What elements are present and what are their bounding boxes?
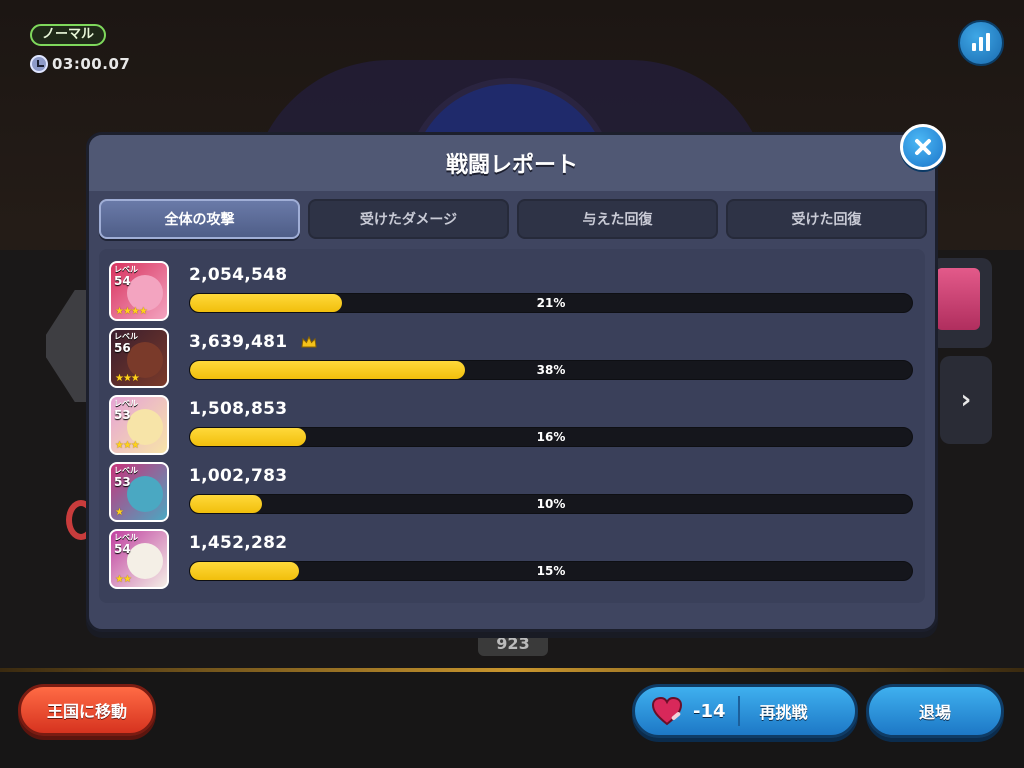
damage-percent: 15% <box>536 564 566 578</box>
score-chip: 923 <box>478 632 548 656</box>
level-prefix: レベル <box>114 533 138 542</box>
cookie-portrait[interactable]: レベル 54 ★★★★ <box>109 261 169 321</box>
battle-report-dialog: 戦闘レポート 全体の攻撃 受けたダメージ 与えた回復 受けた回復 レベル 54 ★★… <box>86 132 938 632</box>
tab-total-attack[interactable]: 全体の攻撃 <box>99 199 300 239</box>
damage-bar: 21% <box>189 293 913 313</box>
bar-chart-icon <box>972 43 976 51</box>
report-row: レベル 54 ★★★★ 2,054,548 21% <box>99 259 925 325</box>
cookie-portrait[interactable]: レベル 53 ★★★ <box>109 395 169 455</box>
difficulty-badge: ノーマル <box>30 24 106 46</box>
cookie-level: 56 <box>114 341 131 355</box>
damage-bar: 38% <box>189 360 913 380</box>
star-rating: ★★★ <box>115 440 140 451</box>
retry-cost: -14 <box>693 700 726 722</box>
cookie-level: 54 <box>114 542 131 556</box>
report-row: レベル 56 ★★★ 3,639,481 38% <box>99 326 925 392</box>
report-tabs: 全体の攻撃 受けたダメージ 与えた回復 受けた回復 <box>99 199 927 241</box>
damage-value: 1,508,853 <box>189 399 288 419</box>
cookie-face <box>127 476 163 512</box>
battle-timer: 03:00.07 <box>30 54 130 74</box>
damage-percent: 10% <box>536 497 566 511</box>
star-rating: ★★★★ <box>115 306 148 317</box>
damage-percent: 21% <box>536 296 566 310</box>
damage-value: 2,054,548 <box>189 265 288 285</box>
stats-button[interactable] <box>958 20 1004 66</box>
tab-healing-given[interactable]: 与えた回復 <box>517 199 718 239</box>
level-prefix: レベル <box>114 332 138 341</box>
chevron-right-icon: › <box>960 385 972 415</box>
go-to-kingdom-button[interactable]: 王国に移動 <box>18 684 156 736</box>
damage-value: 1,002,783 <box>189 466 288 486</box>
cookie-portrait[interactable]: レベル 53 ★ <box>109 462 169 522</box>
cookie-level: 53 <box>114 475 131 489</box>
star-rating: ★★★ <box>115 373 140 384</box>
report-list: レベル 54 ★★★★ 2,054,548 21% レベル 56 ★★★ 3,639,481 38… <box>99 249 925 603</box>
close-icon <box>915 139 931 155</box>
damage-percent: 38% <box>536 363 566 377</box>
retry-label: 再挑戦 <box>759 703 808 722</box>
cookie-level: 54 <box>114 274 131 288</box>
damage-percent: 16% <box>536 430 566 444</box>
clock-icon <box>30 55 48 73</box>
bar-chart-icon-bar <box>979 37 983 51</box>
side-cookie-card <box>930 258 992 348</box>
timer-text: 03:00.07 <box>52 55 131 73</box>
cookie-face <box>127 543 163 579</box>
close-button[interactable] <box>900 124 946 170</box>
level-prefix: レベル <box>114 466 138 475</box>
tab-healing-received[interactable]: 受けた回復 <box>726 199 927 239</box>
star-rating: ★★ <box>115 574 132 585</box>
exit-button[interactable]: 退場 <box>866 684 1004 738</box>
crown-icon <box>301 336 317 348</box>
report-row: レベル 53 ★ 1,002,783 10% <box>99 460 925 526</box>
tab-damage-taken[interactable]: 受けたダメージ <box>308 199 509 239</box>
damage-bar: 15% <box>189 561 913 581</box>
damage-bar: 10% <box>189 494 913 514</box>
level-prefix: レベル <box>114 399 138 408</box>
jelly-heart-icon <box>651 696 683 726</box>
side-cookie-portrait <box>936 268 980 330</box>
bar-chart-icon-bar <box>986 33 990 51</box>
report-row: レベル 54 ★★ 1,452,282 15% <box>99 527 925 593</box>
cookie-level: 53 <box>114 408 131 422</box>
dialog-header: 戦闘レポート <box>89 135 935 191</box>
dialog-title: 戦闘レポート <box>445 153 578 178</box>
retry-button[interactable]: -14 再挑戦 <box>632 684 858 738</box>
level-prefix: レベル <box>114 265 138 274</box>
report-row: レベル 53 ★★★ 1,508,853 16% <box>99 393 925 459</box>
next-arrow-button[interactable]: › <box>940 356 992 444</box>
damage-value: 3,639,481 <box>189 332 288 352</box>
retry-separator <box>737 696 740 726</box>
damage-bar: 16% <box>189 427 913 447</box>
damage-value: 1,452,282 <box>189 533 288 553</box>
star-rating: ★ <box>115 507 124 518</box>
cookie-portrait[interactable]: レベル 54 ★★ <box>109 529 169 589</box>
cookie-portrait[interactable]: レベル 56 ★★★ <box>109 328 169 388</box>
